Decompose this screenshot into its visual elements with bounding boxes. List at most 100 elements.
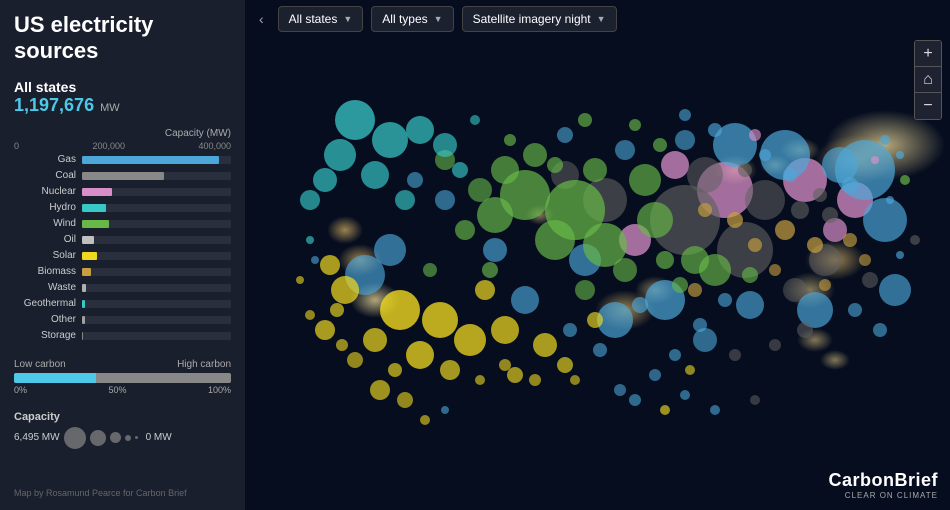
carbon-labels: Low carbon High carbon [14, 359, 231, 370]
bar-track [82, 332, 231, 340]
bar-fill [82, 220, 109, 228]
bar-row: Solar [14, 249, 231, 263]
bar-fill [82, 300, 85, 308]
states-dropdown-label: All states [289, 12, 338, 26]
axis-200k: 200,000 [92, 141, 125, 151]
bar-fill [82, 316, 85, 324]
bar-label: Other [14, 314, 82, 325]
bar-row: Nuclear [14, 185, 231, 199]
types-dropdown-label: All types [382, 12, 427, 26]
bar-label: Storage [14, 330, 82, 341]
imagery-dropdown-arrow: ▼ [597, 14, 606, 24]
bar-row: Coal [14, 169, 231, 183]
logo-name: CarbonBrief [828, 470, 938, 491]
carbonbrief-logo: CarbonBrief Clear on climate [828, 470, 938, 500]
states-dropdown[interactable]: All states ▼ [278, 6, 364, 32]
carbon-bar-track [14, 373, 231, 383]
bar-track [82, 300, 231, 308]
high-carbon-label: High carbon [177, 359, 231, 370]
zoom-controls: + ⌂ − [914, 40, 942, 120]
types-dropdown[interactable]: All types ▼ [371, 6, 453, 32]
cap-circle-md [110, 432, 121, 443]
low-carbon-label: Low carbon [14, 359, 66, 370]
capacity-axis-label: Capacity (MW) [14, 128, 231, 139]
carbon-section: Low carbon High carbon 0% 50% 100% [14, 359, 231, 395]
page-title: US electricity sources [14, 12, 231, 65]
total-mw-value: 1,197,676 [14, 95, 94, 116]
cap-dot-sm [125, 435, 131, 441]
bar-row: Waste [14, 281, 231, 295]
bar-track [82, 204, 231, 212]
bar-label: Nuclear [14, 186, 82, 197]
bar-fill [82, 172, 164, 180]
bar-track [82, 220, 231, 228]
bar-fill [82, 188, 112, 196]
bar-label: Coal [14, 170, 82, 181]
cap-circle-xl [64, 427, 86, 449]
bar-row: Oil [14, 233, 231, 247]
capacity-max-label: 6,495 MW [14, 432, 60, 443]
bar-label: Oil [14, 234, 82, 245]
bar-row: Gas [14, 153, 231, 167]
bar-fill [82, 204, 106, 212]
capacity-legend-title: Capacity [14, 411, 231, 423]
imagery-dropdown[interactable]: Satellite imagery night ▼ [462, 6, 617, 32]
bar-label: Solar [14, 250, 82, 261]
bar-track [82, 236, 231, 244]
sidebar: US electricity sources All states 1,197,… [0, 0, 245, 510]
bar-track [82, 284, 231, 292]
axis-0: 0 [14, 141, 19, 151]
cap-dot-xs [135, 436, 138, 439]
axis-400k: 400,000 [198, 141, 231, 151]
bar-row: Storage [14, 329, 231, 343]
bar-fill [82, 252, 97, 260]
bar-track [82, 188, 231, 196]
bar-label: Waste [14, 282, 82, 293]
bar-row: Geothermal [14, 297, 231, 311]
total-mw-unit: MW [100, 102, 120, 114]
map-credit: Map by Rosamund Pearce for Carbon Brief [14, 488, 231, 498]
states-dropdown-arrow: ▼ [343, 14, 352, 24]
bar-row: Other [14, 313, 231, 327]
bar-track [82, 172, 231, 180]
capacity-zero-label: 0 MW [146, 432, 172, 443]
bar-label: Gas [14, 154, 82, 165]
chart-area: Capacity (MW) 0 200,000 400,000 Gas Coal N… [14, 128, 231, 345]
map-background [245, 0, 950, 510]
bar-label: Biomass [14, 266, 82, 277]
capacity-section: Capacity 6,495 MW 0 MW [14, 411, 231, 449]
map-area: ‹ All states ▼ All types ▼ Satellite ima… [245, 0, 950, 510]
carbon-bar-low [14, 373, 96, 383]
zoom-in-button[interactable]: + [915, 41, 941, 67]
bar-row: Wind [14, 217, 231, 231]
bar-fill [82, 236, 94, 244]
pct-0: 0% [14, 385, 27, 395]
bar-label: Wind [14, 218, 82, 229]
axis-labels: 0 200,000 400,000 [14, 141, 231, 151]
bar-fill [82, 156, 219, 164]
toolbar: ‹ All states ▼ All types ▼ Satellite ima… [245, 0, 950, 38]
carbon-pct-labels: 0% 50% 100% [14, 385, 231, 395]
pct-100: 100% [208, 385, 231, 395]
bar-label: Hydro [14, 202, 82, 213]
zoom-home-button[interactable]: ⌂ [915, 67, 941, 93]
pct-50: 50% [108, 385, 126, 395]
bar-row: Biomass [14, 265, 231, 279]
bar-track [82, 316, 231, 324]
capacity-circles: 6,495 MW 0 MW [14, 427, 231, 449]
types-dropdown-arrow: ▼ [434, 14, 443, 24]
bar-fill [82, 284, 86, 292]
bar-row: Hydro [14, 201, 231, 215]
region-label: All states [14, 79, 231, 95]
bar-fill [82, 268, 91, 276]
bar-label: Geothermal [14, 298, 82, 309]
bar-fill [82, 332, 83, 340]
cap-circle-lg [90, 430, 106, 446]
imagery-dropdown-label: Satellite imagery night [473, 12, 591, 26]
bars-container: Gas Coal Nuclear Hydro Wind Oil Solar Biomass Wa… [14, 153, 231, 343]
zoom-out-button[interactable]: − [915, 93, 941, 119]
collapse-chevron[interactable]: ‹ [253, 9, 270, 29]
bar-track [82, 252, 231, 260]
logo-tagline: Clear on climate [828, 491, 938, 500]
bar-track [82, 268, 231, 276]
